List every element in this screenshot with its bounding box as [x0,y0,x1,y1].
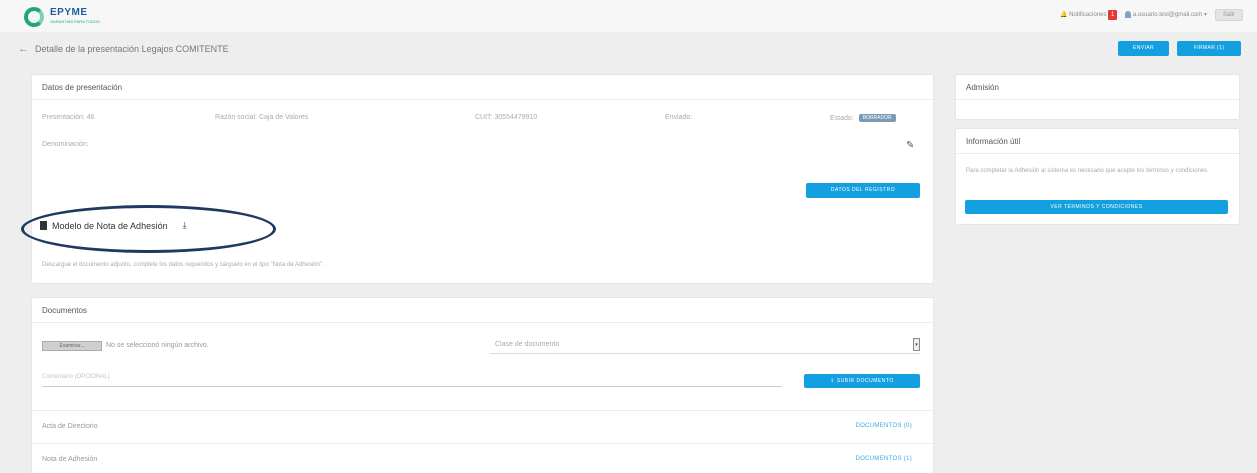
enviar-button[interactable]: ENVIAR [1118,41,1169,56]
annotation-highlight-oval [21,205,276,253]
divider [31,410,933,411]
admision-card: Admisión [955,74,1240,120]
file-status-text: No se seleccionó ningún archivo. [106,342,209,349]
page-title-row: ← Detalle de la presentación Legajos COM… [18,43,229,55]
helper-text: Descargue el documento adjunto, complete… [42,262,324,268]
brand-logo[interactable]: EPYME GARANTIAS PARA TODOS [24,7,100,27]
document-row-label: Nota de Adhesión [42,456,98,463]
bell-icon: 🔔 [1059,12,1068,18]
subir-documento-button[interactable]: ⇪ SUBIR DOCUMENTO [804,374,920,388]
datos-registro-button[interactable]: DATOS DEL REGISTRO [806,183,920,198]
terminos-button[interactable]: VER TÉRMINOS Y CONDICIONES [965,200,1228,214]
document-row-link[interactable]: DOCUMENTOS (0) [856,423,912,429]
brand-name: EPYME [50,7,88,18]
info-text: Para completar la Adhesión al sistema es… [966,168,1209,174]
user-email: a.usuario.test@gmail.com [1132,12,1203,19]
divider [31,443,933,444]
user-icon [1125,11,1132,19]
denominacion-field: Denominación: [42,141,89,148]
estado-field: Estado: BORRADOR [830,114,896,122]
enviado-field: Enviado: [665,114,693,121]
brand-tagline: GARANTIAS PARA TODOS [50,19,100,24]
estado-badge: BORRADOR [858,114,896,122]
user-menu[interactable]: a.usuario.test@gmail.com ▾ [1125,11,1207,19]
firmar-button[interactable]: FIRMAR (1) [1177,41,1241,56]
document-row-link[interactable]: DOCUMENTOS (1) [856,456,912,462]
cuit-field: CUIT: 30554479910 [475,114,538,121]
page-title: Detalle de la presentación Legajos COMIT… [35,44,229,54]
clase-documento-select[interactable]: Clase de documento ▾ [490,336,920,354]
chevron-down-icon: ▾ [1203,12,1207,19]
exit-button[interactable]: Salir [1214,9,1243,21]
comment-input[interactable]: Comentario (OPCIONAL) [42,370,782,387]
top-bar: EPYME GARANTIAS PARA TODOS 🔔 Notificacio… [0,0,1257,32]
upload-icon: ⇪ [830,378,837,384]
presentacion-field: Presentación: 46 [42,114,95,121]
document-row-label: Acta de Directorio [42,423,98,430]
datos-header: Datos de presentación [32,75,933,100]
admision-header: Admisión [956,75,1239,100]
back-arrow-icon[interactable]: ← [18,43,29,55]
edit-icon[interactable]: ✎ [906,140,914,151]
select-arrow-icon: ▾ [913,338,920,351]
documentos-header: Documentos [32,298,933,323]
notifications-link[interactable]: 🔔 Notificaciones 1 [1059,10,1118,20]
info-header: Información útil [956,129,1239,154]
logo-ring-icon [24,7,44,27]
razon-social-field: Razón social: Caja de Valores [215,114,309,121]
notifications-badge: 1 [1108,10,1118,20]
file-browse-button[interactable]: Examinar... [42,341,102,351]
top-right-nav: 🔔 Notificaciones 1 a.usuario.test@gmail.… [1060,9,1243,21]
